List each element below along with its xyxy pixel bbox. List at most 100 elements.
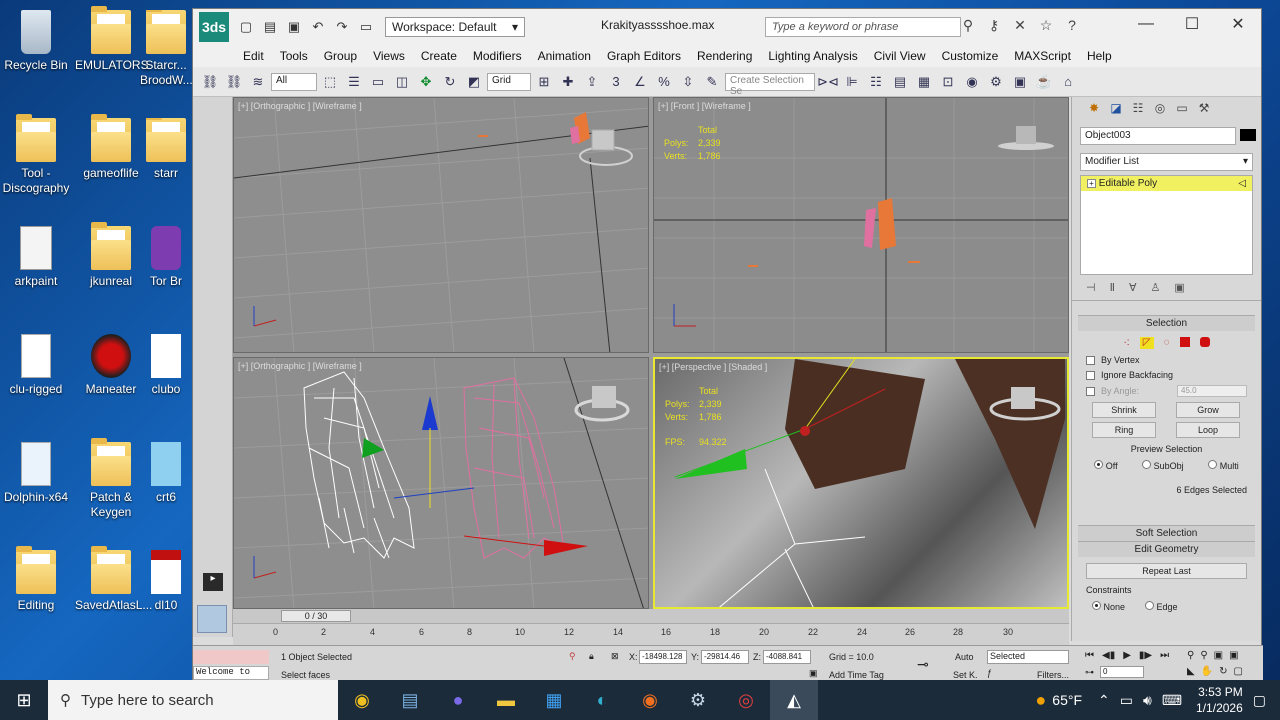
current-frame-field[interactable]: 0 [1100, 666, 1144, 678]
link-icon[interactable]: ⛓ [199, 71, 221, 93]
filters-button[interactable]: Filters... [1037, 670, 1069, 680]
weather-temperature[interactable]: 65°F [1052, 692, 1082, 708]
z-coordinate-field[interactable]: -4088.841 [763, 650, 811, 664]
rotate-icon[interactable]: ↻ [439, 71, 461, 93]
start-button[interactable]: ⊞ [0, 680, 48, 720]
taskbar-app-3dsmax[interactable]: ◭ [770, 680, 818, 720]
border-icon[interactable]: ◌ [1164, 337, 1170, 349]
shrink-button[interactable]: Shrink [1092, 402, 1156, 418]
preview-subobj-option[interactable]: SubObj [1142, 460, 1184, 471]
taskbar-search[interactable]: ⚲ Type here to search [48, 680, 338, 720]
desktop-icon-maneater[interactable]: Maneater [75, 334, 147, 397]
ring-button[interactable]: Ring [1092, 422, 1156, 438]
taskbar-app-obs[interactable]: ◎ [722, 680, 770, 720]
pan-icon[interactable]: ✋ [1201, 666, 1213, 677]
taskbar-app-explorer[interactable]: ▬ [482, 680, 530, 720]
network-icon[interactable]: ▭ [1120, 692, 1133, 709]
menu-lighting-analysis[interactable]: Lighting Analysis [760, 49, 865, 63]
soft-selection-header[interactable]: Soft Selection [1078, 525, 1255, 541]
loop-button[interactable]: Loop [1176, 422, 1240, 438]
taskbar-app-firefox[interactable]: ◉ [626, 680, 674, 720]
notifications-icon[interactable]: ▢ [1253, 692, 1266, 709]
select-manipulate-icon[interactable]: ✚ [557, 71, 579, 93]
preview-multi-option[interactable]: Multi [1208, 460, 1239, 471]
radio[interactable] [1092, 601, 1101, 610]
desktop-icon-gameoflife[interactable]: gameoflife [75, 114, 147, 181]
close-icon[interactable]: ✕ [1215, 9, 1261, 39]
material-editor-icon[interactable]: ◉ [961, 71, 983, 93]
by-vertex-option[interactable]: By Vertex [1086, 355, 1247, 365]
by-angle-option[interactable]: By Angle: 45.0 [1086, 385, 1247, 397]
zoom-extents-all-icon[interactable]: ▣ [1229, 650, 1238, 661]
menu-maxscript[interactable]: MAXScript [1006, 49, 1079, 63]
display-tab-icon[interactable]: ▭ [1174, 101, 1190, 117]
desktop-icon-dolphin[interactable]: Dolphin-x64 [0, 442, 72, 505]
play-icon[interactable]: ▶ [1123, 650, 1131, 661]
desktop-icon-starcraft[interactable]: Starcr... BroodW... [140, 10, 192, 88]
project-folder-icon[interactable]: ▭ [355, 16, 377, 38]
edge-icon[interactable]: ◸ [1139, 337, 1154, 349]
selection-lock-icon[interactable]: 🔒︎ [589, 651, 594, 662]
checkbox[interactable] [1086, 355, 1095, 365]
desktop-icon-emulators[interactable]: EMULATORS [75, 6, 149, 73]
keyboard-shortcut-icon[interactable]: ⇪ [581, 71, 603, 93]
time-slider-thumb[interactable]: 0 / 30 [281, 610, 351, 622]
selection-filter-dropdown[interactable]: All [271, 72, 317, 91]
align-icon[interactable]: ⊫ [841, 71, 863, 93]
radio[interactable] [1208, 460, 1218, 469]
menu-animation[interactable]: Animation [530, 49, 599, 63]
motion-tab-icon[interactable]: ◎ [1152, 101, 1168, 117]
remove-modifier-icon[interactable]: ♙ [1151, 281, 1161, 294]
clock[interactable]: 3:53 PM 1/1/2026 [1186, 684, 1253, 716]
x-coordinate-field[interactable]: -18498.128 [639, 650, 687, 664]
menu-modifiers[interactable]: Modifiers [465, 49, 530, 63]
maxscript-listener[interactable] [193, 650, 269, 664]
hierarchy-tab-icon[interactable]: ☷ [1130, 101, 1146, 117]
keyboard-icon[interactable]: ⌨ [1162, 692, 1182, 709]
select-object-icon[interactable]: ⬚ [319, 71, 341, 93]
menu-civil-view[interactable]: Civil View [866, 49, 934, 63]
expand-plus-icon[interactable]: + [1087, 179, 1096, 188]
layer-explorer-icon[interactable]: ☷ [865, 71, 887, 93]
move-icon[interactable]: ✥ [415, 71, 437, 93]
set-key-button[interactable]: Set K. [953, 670, 978, 680]
key-mode-toggle-icon[interactable]: ⊶ [1085, 667, 1094, 678]
desktop-icon-crt6[interactable]: crt6 [140, 442, 192, 505]
preview-off-option[interactable]: Off [1094, 460, 1118, 471]
bind-space-warp-icon[interactable]: ≋ [247, 71, 269, 93]
toggle-ribbon-icon[interactable]: ▤ [889, 71, 911, 93]
polygon-icon[interactable] [1179, 337, 1190, 347]
make-unique-icon[interactable]: ∀ [1129, 281, 1137, 294]
repeat-last-button[interactable]: Repeat Last [1086, 563, 1247, 579]
key-mode-icon[interactable]: ⊸ [917, 656, 929, 673]
volume-icon[interactable]: 🔊︎ [1143, 692, 1152, 709]
y-coordinate-field[interactable]: -29814.46 [701, 650, 749, 664]
select-by-name-icon[interactable]: ☰ [343, 71, 365, 93]
ignore-backfacing-option[interactable]: Ignore Backfacing [1086, 370, 1247, 380]
render-iterative-icon[interactable]: ⌂ [1057, 71, 1079, 93]
taskbar-app-chrome[interactable]: ◉ [338, 680, 386, 720]
menu-edit[interactable]: Edit [235, 49, 272, 63]
isolate-selection-icon[interactable]: ⚲ [569, 651, 576, 662]
key-icon[interactable]: ⚷ [985, 17, 1003, 35]
previous-frame-icon[interactable]: ◀▮ [1102, 650, 1115, 661]
edit-geometry-header[interactable]: Edit Geometry [1078, 541, 1255, 557]
snaps-toggle-icon[interactable]: 3 [605, 71, 627, 93]
desktop-icon-clubo[interactable]: clubo [140, 334, 192, 397]
taskbar-app-calculator[interactable]: ▦ [530, 680, 578, 720]
render-production-icon[interactable]: ☕ [1033, 71, 1055, 93]
desktop-icon-patch-keygen[interactable]: Patch & Keygen [75, 438, 147, 520]
radio[interactable] [1142, 460, 1152, 469]
menu-group[interactable]: Group [316, 49, 365, 63]
menu-views[interactable]: Views [365, 49, 413, 63]
viewport-top-right[interactable]: [+] [Front ] [Wireframe ] Total Polys: 2,… [653, 97, 1069, 353]
viewport-perspective[interactable]: [+] [Perspective ] [Shaded ] Total Polys… [653, 357, 1069, 609]
viewport-label[interactable]: [+] [Orthographic ] [Wireframe ] [238, 101, 362, 111]
star-icon[interactable]: ☆ [1037, 17, 1055, 35]
schematic-view-icon[interactable]: ⊡ [937, 71, 959, 93]
orbit-icon[interactable]: ↻ [1219, 666, 1227, 677]
curve-editor-icon[interactable]: ▦ [913, 71, 935, 93]
angle-value-field[interactable]: 45.0 [1177, 385, 1247, 397]
vertex-icon[interactable]: ·: [1123, 337, 1129, 349]
object-color-swatch[interactable] [1240, 129, 1256, 141]
